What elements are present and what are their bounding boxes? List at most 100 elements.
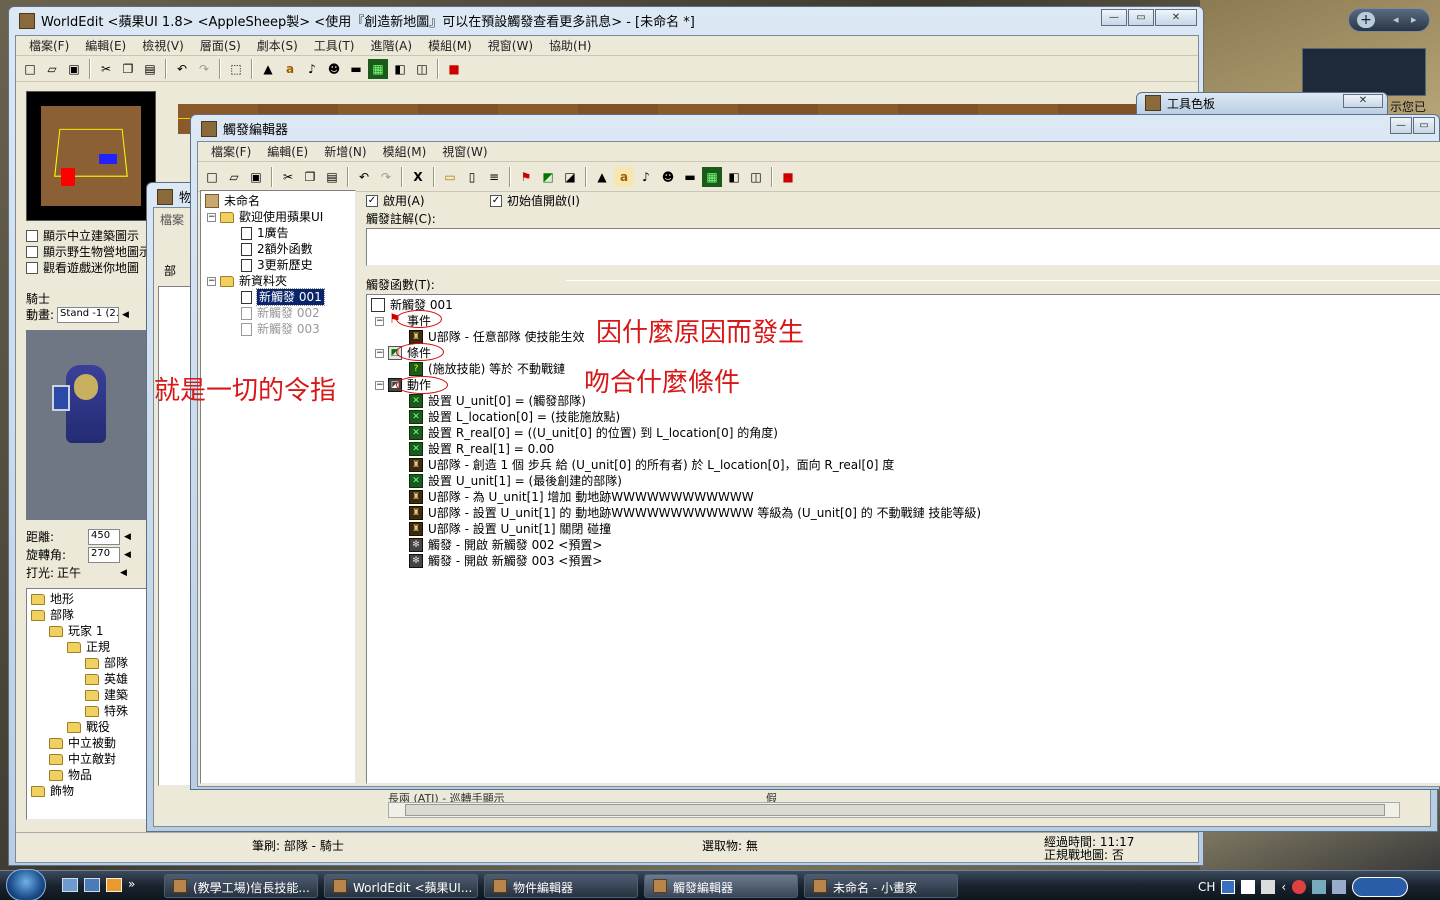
security-icon[interactable] bbox=[1292, 880, 1307, 894]
new-file-icon[interactable]: □ bbox=[20, 59, 40, 79]
taskbar-button[interactable]: 物件編輯器 bbox=[484, 874, 638, 898]
object-editor-icon[interactable]: a bbox=[280, 59, 300, 79]
function-tree-item[interactable]: ✕ 設置 U_unit[1] = (最後創建的部隊) bbox=[371, 473, 1437, 489]
tree-trigger-item[interactable]: 3更新歷史 bbox=[205, 257, 351, 273]
function-tree-item[interactable]: ✕ 設置 R_real[1] = 0.00 bbox=[371, 441, 1437, 457]
function-tree-item[interactable]: ? (施放技能) 等於 不動戰鏈 bbox=[371, 361, 1437, 377]
horizontal-scrollbar[interactable] bbox=[388, 802, 1400, 818]
copy-icon[interactable]: ❐ bbox=[118, 59, 138, 79]
save-icon[interactable]: ▣ bbox=[246, 167, 266, 187]
palette-tree-item[interactable]: 正規 bbox=[29, 639, 153, 655]
network-icon[interactable] bbox=[1312, 880, 1327, 894]
menu-item[interactable]: 劇本(S) bbox=[250, 37, 305, 54]
function-tree-item[interactable]: ✕ 設置 U_unit[0] = (觸發部隊) bbox=[371, 393, 1437, 409]
palette-tree-item[interactable]: 中立被動 bbox=[29, 735, 153, 751]
save-icon[interactable]: ▣ bbox=[64, 59, 84, 79]
function-tree-item[interactable]: 新觸發 001 bbox=[371, 297, 1437, 313]
variables-icon[interactable]: X bbox=[408, 167, 428, 187]
menu-item[interactable]: 模組(M) bbox=[421, 37, 479, 54]
menu-item[interactable]: 新增(N) bbox=[317, 143, 373, 160]
select-icon[interactable]: ⬚ bbox=[226, 59, 246, 79]
tree-trigger-item[interactable]: 1廣告 bbox=[205, 225, 351, 241]
function-tree-item[interactable]: ♜ U部隊 - 設置 U_unit[1] 關閉 碰撞 bbox=[371, 521, 1437, 537]
ime-mode-icon[interactable] bbox=[1241, 880, 1256, 894]
collapse-icon[interactable]: − bbox=[207, 212, 216, 222]
trigger-editor-icon[interactable]: ▦ bbox=[702, 166, 722, 187]
object-editor-icon[interactable]: a bbox=[614, 166, 634, 187]
menu-item[interactable]: 檔案(F) bbox=[204, 143, 258, 160]
quicklaunch-more-icon[interactable]: » bbox=[128, 878, 135, 892]
object-editor-menu[interactable]: 檔案 bbox=[160, 211, 184, 228]
language-indicator[interactable]: CH bbox=[1198, 880, 1215, 894]
taskbar-button[interactable]: 觸發編輯器 bbox=[644, 874, 798, 898]
menu-item[interactable]: 模組(M) bbox=[376, 143, 434, 160]
function-tree-item[interactable]: − ◩ 條件 bbox=[371, 345, 1437, 361]
new-event-icon[interactable]: ⚑ bbox=[516, 167, 536, 187]
collapse-icon[interactable]: − bbox=[375, 380, 384, 390]
close-button[interactable]: ✕ bbox=[1155, 9, 1197, 26]
checkbox-game-minimap[interactable]: 觀看遊戲迷你地圖 bbox=[26, 260, 156, 276]
menu-item[interactable]: 檔案(F) bbox=[22, 37, 76, 54]
undo-icon[interactable]: ↶ bbox=[172, 59, 192, 79]
function-tree-item[interactable]: ♜ U部隊 - 任意部隊 使技能生效 bbox=[371, 329, 1437, 345]
object-editor-tab[interactable]: 部 bbox=[164, 262, 176, 279]
ai-editor-icon[interactable]: ☻ bbox=[658, 167, 678, 187]
taskbar-button[interactable]: (教學工場)信長技能... bbox=[164, 874, 318, 898]
lighting-arrow-icon[interactable]: ◀ bbox=[120, 568, 127, 578]
import-manager-icon[interactable]: ◧ bbox=[390, 59, 410, 79]
menu-item[interactable]: 編輯(E) bbox=[260, 143, 315, 160]
function-tree-item[interactable]: ♜ U部隊 - 設置 U_unit[1] 的 動地跡WWWWWWWWWWWW 等級… bbox=[371, 505, 1437, 521]
menu-item[interactable]: 層面(S) bbox=[193, 37, 248, 54]
new-condition-icon[interactable]: ◩ bbox=[538, 167, 558, 187]
tool-palette-close-button[interactable]: ✕ bbox=[1343, 94, 1383, 108]
terrain-editor-icon[interactable]: ▲ bbox=[258, 59, 278, 79]
campaign-editor-icon[interactable]: ▬ bbox=[346, 59, 366, 79]
object-manager-icon[interactable]: ◫ bbox=[746, 167, 766, 187]
menu-item[interactable]: 視窗(W) bbox=[481, 37, 540, 54]
palette-tree-item[interactable]: 戰役 bbox=[29, 719, 153, 735]
palette-tree-item[interactable]: 特殊 bbox=[29, 703, 153, 719]
terrain-editor-icon[interactable]: ▲ bbox=[592, 167, 612, 187]
new-category-icon[interactable]: ▭ bbox=[440, 167, 460, 187]
test-map-icon[interactable]: ■ bbox=[778, 167, 798, 187]
prev-gadget-icon[interactable]: ◂ bbox=[1393, 13, 1399, 26]
worldedit-titlebar[interactable]: WorldEdit <蘋果UI 1.8> <AppleSheep製> <使用『創… bbox=[9, 7, 1203, 33]
palette-tree-item[interactable]: 英雄 bbox=[29, 671, 153, 687]
import-manager-icon[interactable]: ◧ bbox=[724, 167, 744, 187]
checkbox-neutral-buildings[interactable]: 顯示中立建築圖示 bbox=[26, 228, 156, 244]
tree-root[interactable]: 未命名 bbox=[205, 193, 351, 209]
copy-icon[interactable]: ❐ bbox=[300, 167, 320, 187]
menu-item[interactable]: 協助(H) bbox=[542, 37, 598, 54]
maximize-button[interactable]: ▭ bbox=[1128, 9, 1154, 26]
distance-field[interactable]: 450 bbox=[88, 528, 120, 545]
animation-field[interactable]: Stand -1 (2.6 bbox=[57, 306, 120, 323]
redo-icon[interactable]: ↷ bbox=[376, 167, 396, 187]
menu-item[interactable]: 進階(A) bbox=[363, 37, 419, 54]
trigger-maximize-button[interactable]: ▭ bbox=[1413, 117, 1435, 134]
new-comment-icon[interactable]: ≡ bbox=[484, 167, 504, 187]
initially-on-checkbox[interactable]: ✓ 初始值開啟(I) bbox=[490, 192, 580, 209]
function-tree-item[interactable]: ✻ 觸發 - 開啟 新觸發 003 <預置> bbox=[371, 553, 1437, 569]
scrollbar-thumb[interactable] bbox=[405, 804, 1385, 816]
next-gadget-icon[interactable]: ▸ bbox=[1411, 13, 1417, 26]
palette-tree-item[interactable]: 部隊 bbox=[29, 607, 153, 623]
new-action-icon[interactable]: ◪ bbox=[560, 167, 580, 187]
undo-icon[interactable]: ↶ bbox=[354, 167, 374, 187]
palette-tree-item[interactable]: 玩家 1 bbox=[29, 623, 153, 639]
paste-icon[interactable]: ▤ bbox=[322, 167, 342, 187]
palette-tree-item[interactable]: 中立敵對 bbox=[29, 751, 153, 767]
enabled-checkbox[interactable]: ✓ 啟用(A) bbox=[366, 192, 425, 209]
ime-settings-icon[interactable] bbox=[1261, 880, 1276, 894]
test-map-icon[interactable]: ■ bbox=[444, 59, 464, 79]
sound-editor-icon[interactable]: ♪ bbox=[302, 59, 322, 79]
function-tree-item[interactable]: ♜ U部隊 - 創造 1 個 步兵 給 (U_unit[0] 的所有者) 於 L_… bbox=[371, 457, 1437, 473]
taskbar-button[interactable]: WorldEdit <蘋果UI... bbox=[324, 874, 478, 898]
palette-tree-item[interactable]: 部隊 bbox=[29, 655, 153, 671]
menu-item[interactable]: 檢視(V) bbox=[135, 37, 191, 54]
tree-trigger-item[interactable]: 2額外函數 bbox=[205, 241, 351, 257]
function-tree-item[interactable]: ✻ 觸發 - 開啟 新觸發 002 <預置> bbox=[371, 537, 1437, 553]
show-desktop-icon[interactable] bbox=[62, 878, 78, 892]
menu-item[interactable]: 編輯(E) bbox=[78, 37, 133, 54]
redo-icon[interactable]: ↷ bbox=[194, 59, 214, 79]
open-file-icon[interactable]: ▱ bbox=[42, 59, 62, 79]
